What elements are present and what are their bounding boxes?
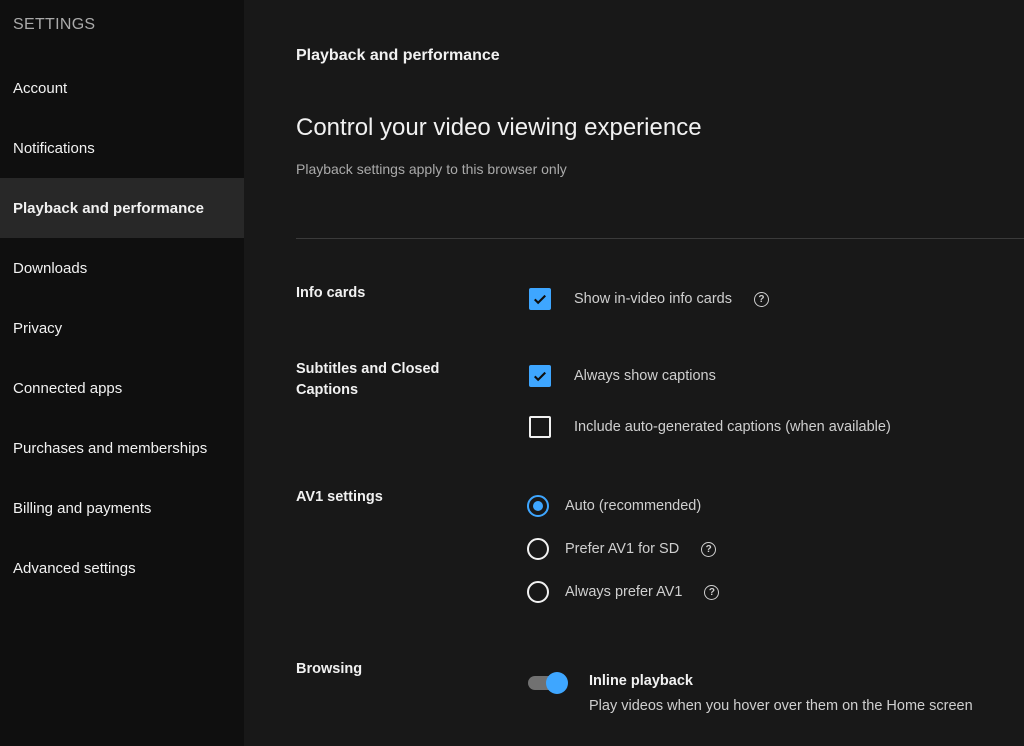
page-subtitle: Playback settings apply to this browser …	[296, 161, 567, 177]
always-show-captions-label: Always show captions	[574, 368, 716, 384]
checkmark-icon	[534, 294, 546, 305]
inline-playback-description: Play videos when you hover over them on …	[589, 698, 973, 714]
inline-playback-toggle[interactable]	[528, 671, 568, 695]
help-icon[interactable]: ?	[704, 584, 720, 600]
divider	[296, 238, 1024, 239]
settings-sidebar: SETTINGS Account Notifications Playback …	[0, 0, 244, 746]
checkmark-icon	[534, 371, 546, 382]
av1-always-prefer-radio[interactable]	[527, 581, 549, 603]
sidebar-item-label: Privacy	[13, 319, 63, 337]
sidebar-item-label: Notifications	[13, 139, 95, 157]
av1-auto-label: Auto (recommended)	[565, 498, 702, 514]
browsing-label: Browsing	[296, 661, 363, 677]
av1-prefer-sd-label: Prefer AV1 for SD	[565, 541, 680, 557]
av1-always-prefer-label: Always prefer AV1	[565, 584, 683, 600]
sidebar-item-downloads[interactable]: Downloads	[0, 238, 244, 298]
help-icon[interactable]: ?	[701, 541, 717, 557]
auto-generated-captions-label: Include auto-generated captions (when av…	[574, 419, 891, 435]
sidebar-item-label: Advanced settings	[13, 559, 136, 577]
av1-option-auto[interactable]: Auto (recommended)	[527, 494, 701, 518]
sidebar-item-privacy[interactable]: Privacy	[0, 298, 244, 358]
sidebar-item-advanced-settings[interactable]: Advanced settings	[0, 538, 244, 598]
av1-settings-label: AV1 settings	[296, 489, 383, 505]
auto-generated-captions-checkbox[interactable]	[529, 416, 551, 438]
page-title: Control your video viewing experience	[296, 114, 702, 141]
sidebar-item-playback-and-performance[interactable]: Playback and performance	[0, 178, 244, 238]
sidebar-heading: SETTINGS	[13, 16, 96, 33]
always-show-captions-checkbox[interactable]	[529, 365, 551, 387]
sidebar-item-purchases-and-memberships[interactable]: Purchases and memberships	[0, 418, 244, 478]
captions-label: Subtitles and Closed Captions	[296, 361, 440, 398]
av1-option-prefer-sd[interactable]: Prefer AV1 for SD ?	[527, 537, 717, 561]
av1-prefer-sd-radio[interactable]	[527, 538, 549, 560]
settings-main: Playback and performance Control your vi…	[244, 0, 1024, 746]
sidebar-item-account[interactable]: Account	[0, 58, 244, 118]
always-show-captions-option[interactable]: Always show captions	[529, 364, 716, 388]
av1-auto-radio[interactable]	[527, 495, 549, 517]
av1-option-always-prefer[interactable]: Always prefer AV1 ?	[527, 580, 720, 604]
toggle-knob	[546, 672, 568, 694]
info-cards-option[interactable]: Show in-video info cards ?	[529, 287, 769, 311]
help-icon[interactable]: ?	[753, 291, 769, 307]
sidebar-item-connected-apps[interactable]: Connected apps	[0, 358, 244, 418]
section-label: Playback and performance	[296, 47, 500, 64]
sidebar-item-label: Billing and payments	[13, 499, 152, 517]
info-cards-option-label: Show in-video info cards	[574, 291, 732, 307]
sidebar-item-label: Playback and performance	[13, 199, 204, 217]
sidebar-item-notifications[interactable]: Notifications	[0, 118, 244, 178]
inline-playback-title: Inline playback	[589, 673, 693, 689]
sidebar-item-label: Connected apps	[13, 379, 123, 397]
sidebar-item-label: Purchases and memberships	[13, 439, 208, 457]
info-cards-checkbox[interactable]	[529, 288, 551, 310]
sidebar-item-billing-and-payments[interactable]: Billing and payments	[0, 478, 244, 538]
sidebar-item-label: Downloads	[13, 259, 88, 277]
info-cards-label: Info cards	[296, 285, 366, 301]
auto-generated-captions-option[interactable]: Include auto-generated captions (when av…	[529, 415, 891, 439]
sidebar-item-label: Account	[13, 79, 68, 97]
